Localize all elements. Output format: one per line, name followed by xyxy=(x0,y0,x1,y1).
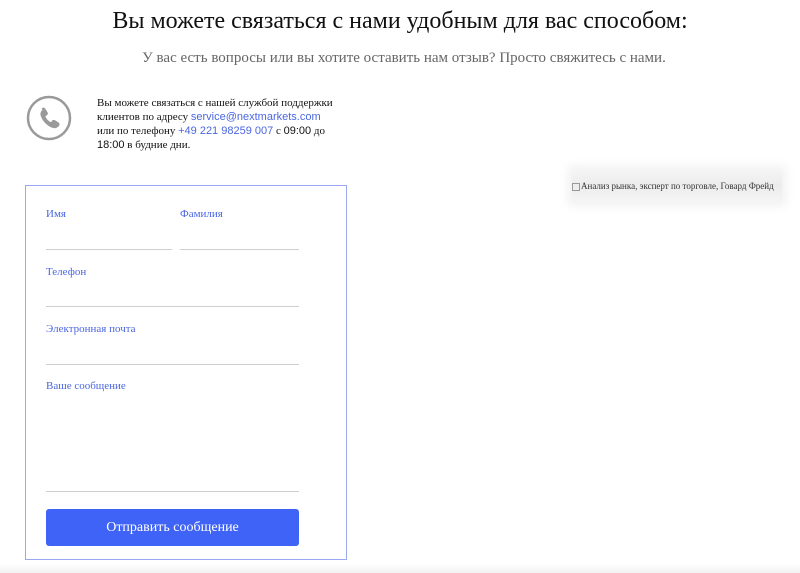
page-title: Вы можете связаться с нами удобным для в… xyxy=(112,8,688,34)
phone-icon xyxy=(26,95,72,141)
support-phone-link[interactable]: +49 221 98259 007 xyxy=(178,125,273,137)
contact-info: Вы можете связаться с нашей службой подд… xyxy=(97,96,337,152)
last-name-label: Фамилия xyxy=(180,208,223,220)
contact-text-after: в будние дни. xyxy=(124,139,191,151)
side-image: Анализ рынка, эксперт по торговле, Говар… xyxy=(572,170,782,202)
submit-button[interactable]: Отправить сообщение xyxy=(46,509,299,546)
contact-text-do: до xyxy=(311,125,326,137)
broken-image-icon xyxy=(572,182,580,191)
first-name-label: Имя xyxy=(46,208,66,220)
message-textarea[interactable] xyxy=(46,491,299,492)
page-subtitle: У вас есть вопросы или вы хотите оставит… xyxy=(142,50,666,66)
side-image-alt-text: Анализ рынка, эксперт по торговле, Говар… xyxy=(581,181,774,191)
phone-input[interactable] xyxy=(46,306,299,307)
contact-form xyxy=(25,185,347,560)
phone-label: Телефон xyxy=(46,266,87,278)
support-email-link[interactable]: service@nextmarkets.com xyxy=(191,111,321,123)
email-input[interactable] xyxy=(46,364,299,365)
contact-text-middle: или по телефону xyxy=(97,125,179,137)
last-name-input[interactable] xyxy=(180,249,299,250)
first-name-input[interactable] xyxy=(46,249,172,250)
email-label: Электронная почта xyxy=(46,323,136,335)
time-to: 18:00 xyxy=(97,139,125,151)
message-label: Ваше сообщение xyxy=(46,380,126,392)
contact-text-c: с xyxy=(273,125,284,137)
bottom-divider xyxy=(0,563,800,573)
time-from: 09:00 xyxy=(283,125,312,137)
